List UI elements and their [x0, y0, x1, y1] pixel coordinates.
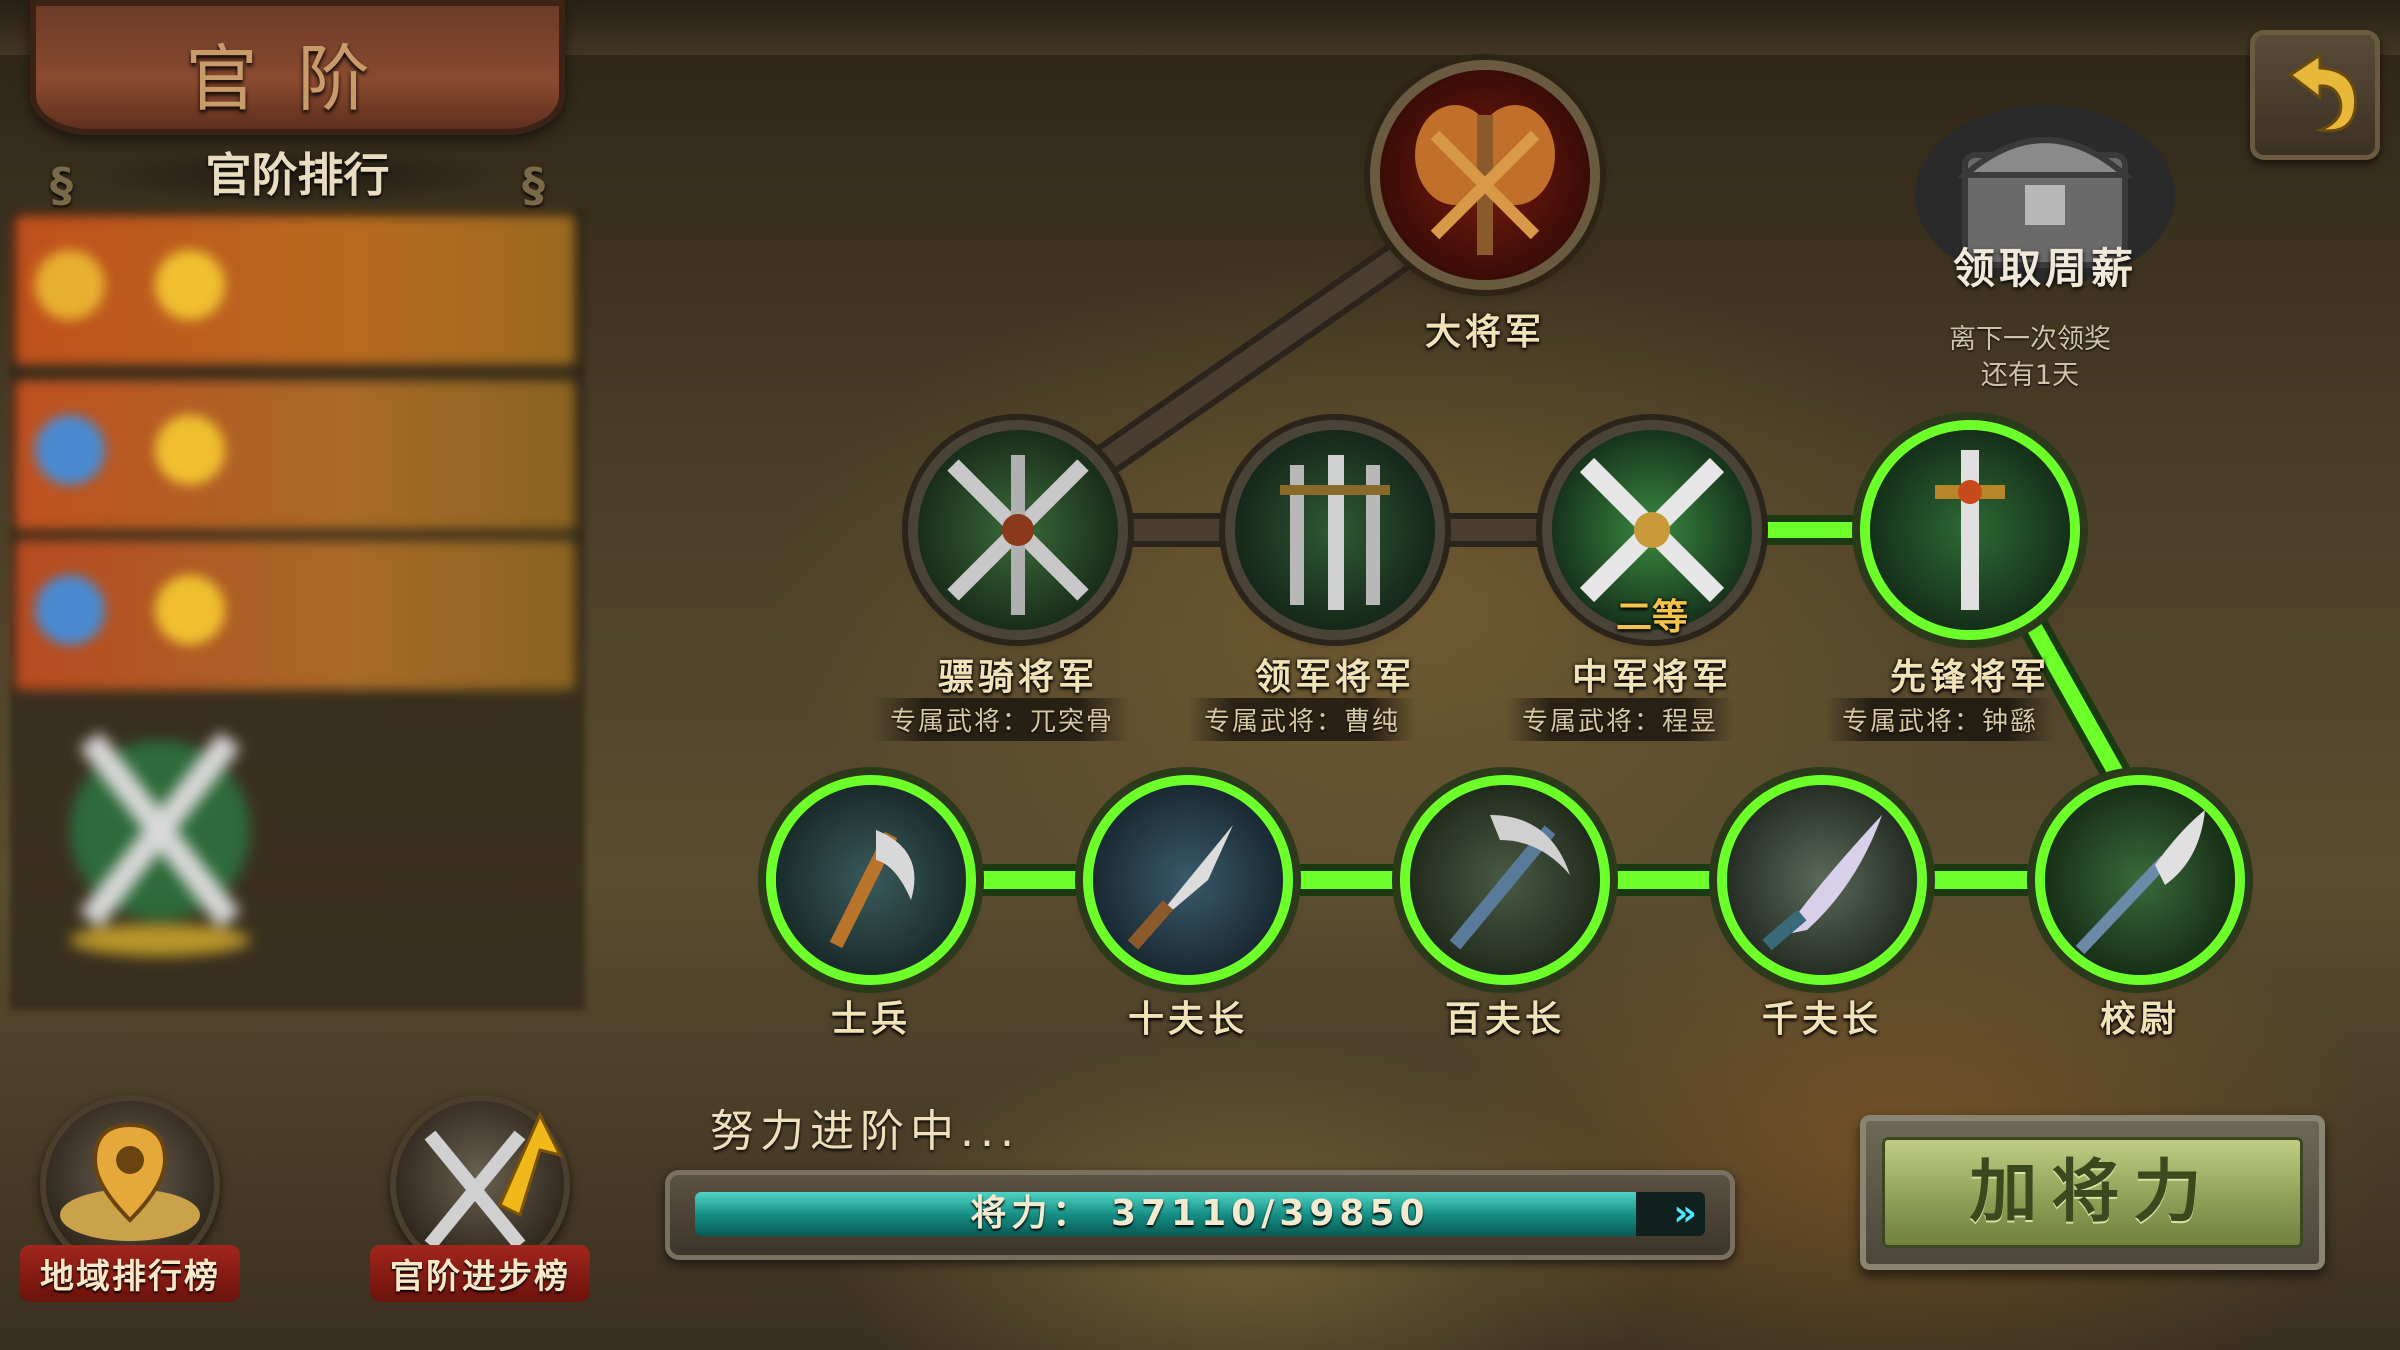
- glaive-icon: [2075, 810, 2205, 955]
- rank-progress-label: 官阶进步榜: [370, 1245, 590, 1302]
- top-rank-medal[interactable]: [1380, 70, 1590, 280]
- rank-label: 十夫长: [1127, 999, 1249, 1040]
- exclusive-general: 专属武将：兀突骨: [873, 698, 1131, 741]
- sword-icon: [1935, 450, 2005, 610]
- weekly-salary-label[interactable]: 领取周薪: [1905, 235, 2185, 296]
- rank-medal-lingjun[interactable]: [1235, 430, 1435, 630]
- rank-label: 百夫长: [1444, 999, 1566, 1040]
- progress-status-label: 努力进阶中...: [710, 1106, 1020, 1157]
- triple-swords-icon: [1280, 455, 1390, 610]
- rank-grade-tag: 二等: [1615, 597, 1689, 638]
- progress-text: 将力： 37110/39850: [970, 1193, 1430, 1234]
- rank-label: 骠骑将军: [937, 657, 1099, 698]
- double-chevron-right-icon: ››: [1673, 1193, 1697, 1234]
- rank-medal-xiaowei[interactable]: [2045, 785, 2235, 975]
- rank-progress-button[interactable]: 官阶进步榜: [370, 1095, 590, 1302]
- back-button[interactable]: [2250, 30, 2380, 160]
- add-power-button[interactable]: 加将力: [1860, 1115, 2325, 1270]
- rank-label: 士兵: [830, 999, 912, 1040]
- rank-label: 中军将军: [1571, 657, 1733, 698]
- exclusive-general: 专属武将：程昱: [1505, 698, 1735, 741]
- next-reward-countdown: 离下一次领奖 还有1天: [1880, 322, 2180, 394]
- region-rank-label: 地域排行榜: [20, 1245, 240, 1302]
- add-power-label: 加将力: [1882, 1137, 2303, 1248]
- rank-medal-soldier[interactable]: [776, 785, 966, 975]
- rank-label: 千夫长: [1761, 999, 1883, 1040]
- exclusive-general: 专属武将：曹纯: [1187, 698, 1417, 741]
- curved-blade-icon: [1762, 815, 1882, 951]
- pickaxe-icon: [1449, 815, 1570, 950]
- progress-track: 将力： 37110/39850 ››: [695, 1192, 1705, 1236]
- rank-medal-baifuzhang[interactable]: [1410, 785, 1600, 975]
- rank-medal-shifuzhang[interactable]: [1093, 785, 1283, 975]
- rank-medal-qianfuzhang[interactable]: [1727, 785, 1917, 975]
- countdown-line-2: 还有1天: [1980, 360, 2080, 391]
- crossed-swords-icon: [947, 455, 1089, 615]
- power-progress-bar: 将力： 37110/39850 ››: [665, 1170, 1735, 1260]
- exclusive-general: 专属武将：钟繇: [1825, 698, 2055, 741]
- rank-label: 领军将军: [1254, 657, 1416, 698]
- rank-medal-xianfeng[interactable]: [1870, 430, 2070, 630]
- axe-icon: [829, 830, 915, 949]
- return-arrow-icon: [2287, 52, 2358, 133]
- battle-axe-icon: [1415, 105, 1555, 255]
- countdown-line-1: 离下一次领奖: [1949, 324, 2111, 355]
- top-rank-label: 大将军: [1424, 312, 1546, 353]
- rank-label: 先锋将军: [1889, 657, 2051, 698]
- rank-medal-piaoqi[interactable]: [918, 430, 1118, 630]
- region-rank-button[interactable]: 地域排行榜: [20, 1095, 240, 1302]
- rank-label: 校尉: [2099, 999, 2181, 1040]
- dagger-icon: [1127, 825, 1233, 950]
